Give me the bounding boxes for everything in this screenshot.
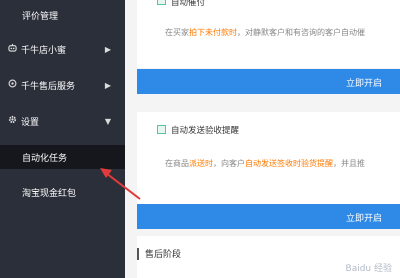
main-content: 自动催付 在买家拍下未付款时，对静默客户和有咨询的客户自动催 立即开启 自动发送… [125, 0, 400, 278]
card-description: 在商品派送时，向客户自动发送签收时验货提醒，并且推 [165, 158, 365, 169]
gear-icon [7, 115, 17, 127]
delivery-check-reminder-card: 自动发送验收提醒 在商品派送时，向客户自动发送签收时验货提醒，并且推 [137, 112, 400, 204]
sidebar-item-settings[interactable]: 设置 ▼ [0, 110, 125, 132]
enable-button[interactable]: 立即开启 [137, 204, 400, 229]
sidebar: 评价管理 千牛店小蜜 ▶ 千牛售后服务 ▶ 设置 ▼ 自动化任务 淘宝现金红包 [0, 0, 125, 278]
robot-icon [7, 43, 17, 55]
card-title: 自动催付 [171, 0, 206, 8]
chevron-right-icon: ▶ [104, 80, 111, 90]
feature-checkbox[interactable] [157, 0, 166, 5]
desc-highlight: 拍下未付款时 [189, 28, 237, 37]
desc-text: ，向客户 [213, 159, 245, 168]
service-icon [7, 79, 17, 91]
sidebar-item-aftersales[interactable]: 千牛售后服务 ▶ [0, 74, 125, 96]
card-title: 自动发送验收提醒 [171, 126, 240, 136]
desc-highlight: 派送时 [189, 159, 213, 168]
desc-text: 在商品 [165, 159, 189, 168]
sidebar-item-label: 千牛售后服务 [21, 81, 76, 92]
button-label: 立即开启 [345, 79, 382, 89]
enable-button[interactable]: 立即开启 [137, 69, 400, 94]
desc-text: ，并且推 [333, 159, 365, 168]
button-label: 立即开启 [345, 214, 382, 224]
desc-highlight: 自动发送签收时验货提醒 [245, 159, 333, 168]
sidebar-item-automation[interactable]: 自动化任务 [0, 145, 125, 169]
card-description: 在买家拍下未付款时，对静默客户和有咨询的客户自动催 [165, 27, 365, 38]
watermark: Baidu 经验 [345, 264, 392, 274]
desc-text: ，对静默客户和有咨询的客户自动催 [237, 28, 365, 37]
section-title: 售后阶段 [145, 250, 182, 260]
sidebar-item-label: 淘宝现金红包 [22, 188, 77, 199]
chevron-right-icon: ▶ [104, 44, 111, 54]
auto-payment-reminder-card: 自动催付 在买家拍下未付款时，对静默客户和有咨询的客户自动催 [137, 0, 400, 68]
sidebar-item-label: 设置 [21, 117, 40, 128]
chevron-down-icon: ▼ [104, 116, 111, 126]
sidebar-item-label: 千牛店小蜜 [21, 45, 67, 56]
sidebar-item-reviews[interactable]: 评价管理 [0, 4, 125, 26]
feature-checkbox[interactable] [157, 125, 166, 134]
sidebar-item-label: 自动化任务 [22, 153, 68, 164]
sidebar-item-label: 评价管理 [22, 11, 59, 22]
section-marker [137, 248, 139, 260]
sidebar-item-cash-redpacket[interactable]: 淘宝现金红包 [0, 181, 125, 203]
sidebar-item-shop-assistant[interactable]: 千牛店小蜜 ▶ [0, 38, 125, 60]
desc-text: 在买家 [165, 28, 189, 37]
